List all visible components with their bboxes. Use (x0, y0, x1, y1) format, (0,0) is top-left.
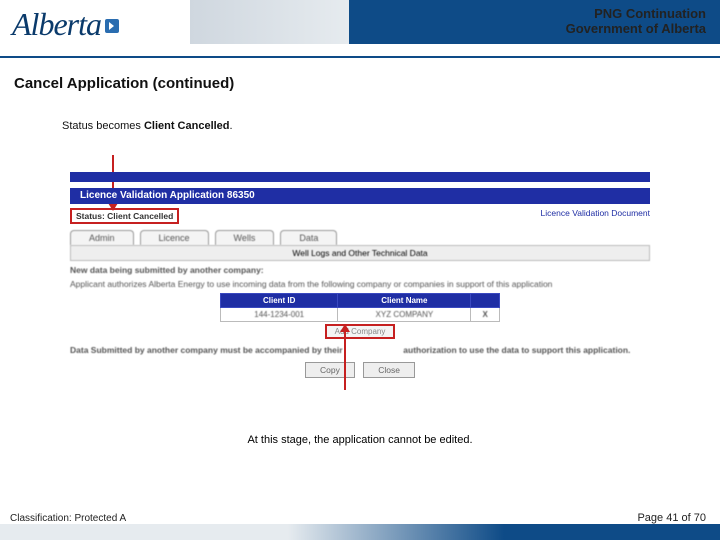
cell-client-name: XYZ COMPANY (338, 308, 471, 322)
alberta-logo: Alberta (12, 6, 119, 43)
page-mid: of (678, 512, 693, 524)
caption-text: At this stage, the application cannot be… (0, 434, 720, 446)
tab-data[interactable]: Data (280, 230, 337, 245)
tab-admin[interactable]: Admin (70, 230, 134, 245)
validation-doc-link[interactable]: Licence Validation Document (541, 208, 650, 224)
logo-arrow-icon (105, 19, 119, 33)
page-current: 41 (666, 512, 678, 524)
footer-band (0, 524, 720, 540)
tab-wells[interactable]: Wells (215, 230, 275, 245)
blur-line-1: New data being submitted by another comp… (70, 265, 650, 275)
sub-header: Well Logs and Other Technical Data (70, 245, 650, 261)
header-title-line2: Government of Alberta (566, 21, 706, 36)
status-prefix: Status becomes (62, 120, 144, 132)
slide-header: Alberta PNG Continuation Government of A… (0, 0, 720, 65)
app-screenshot: Licence Validation Application 86350 Sta… (70, 172, 650, 378)
slide-footer: Classification: Protected A Page 41 of 7… (0, 510, 720, 540)
panel-title-bar: Licence Validation Application 86350 (70, 188, 650, 204)
page-number: Page 41 of 70 (637, 512, 706, 524)
logo-text: Alberta (12, 6, 101, 42)
th-remove (471, 294, 500, 308)
add-company-row: Add Company (70, 324, 650, 339)
status-bold: Client Cancelled (144, 120, 230, 132)
page-prefix: Page (637, 512, 666, 524)
status-row: Status: Client Cancelled Licence Validat… (70, 208, 650, 224)
header-title-line1: PNG Continuation (566, 6, 706, 21)
page-total: 70 (694, 512, 706, 524)
status-sentence: Status becomes Client Cancelled. (62, 120, 720, 132)
button-row: Copy Close (70, 362, 650, 378)
header-underline (0, 56, 720, 58)
top-blue-bar (70, 172, 650, 182)
close-button[interactable]: Close (363, 362, 415, 378)
th-client-id: Client ID (221, 294, 338, 308)
add-company-button[interactable]: Add Company (325, 324, 396, 339)
arrow-gap (345, 346, 401, 356)
status-badge: Status: Client Cancelled (70, 208, 179, 224)
client-table: Client ID Client Name 144-1234-001 XYZ C… (220, 293, 500, 322)
blur-3a: Data Submitted by another company must b… (70, 345, 343, 355)
remove-row-button[interactable]: X (471, 308, 500, 322)
cell-client-id: 144-1234-001 (221, 308, 338, 322)
table-row: 144-1234-001 XYZ COMPANY X (221, 308, 500, 322)
classification-label: Classification: Protected A (10, 513, 126, 524)
blur-line-2: Applicant authorizes Alberta Energy to u… (70, 279, 650, 289)
blur-3b: authorization to use the data to support… (403, 345, 630, 355)
status-suffix: . (230, 120, 233, 132)
table-header-row: Client ID Client Name (221, 294, 500, 308)
tab-licence[interactable]: Licence (140, 230, 209, 245)
tab-row: Admin Licence Wells Data (70, 230, 650, 245)
arrow-up-icon (344, 330, 346, 390)
th-client-name: Client Name (338, 294, 471, 308)
copy-button[interactable]: Copy (305, 362, 355, 378)
blur-line-3: Data Submitted by another company must b… (70, 345, 650, 356)
section-title: Cancel Application (continued) (14, 75, 720, 92)
header-titles: PNG Continuation Government of Alberta (566, 6, 706, 36)
